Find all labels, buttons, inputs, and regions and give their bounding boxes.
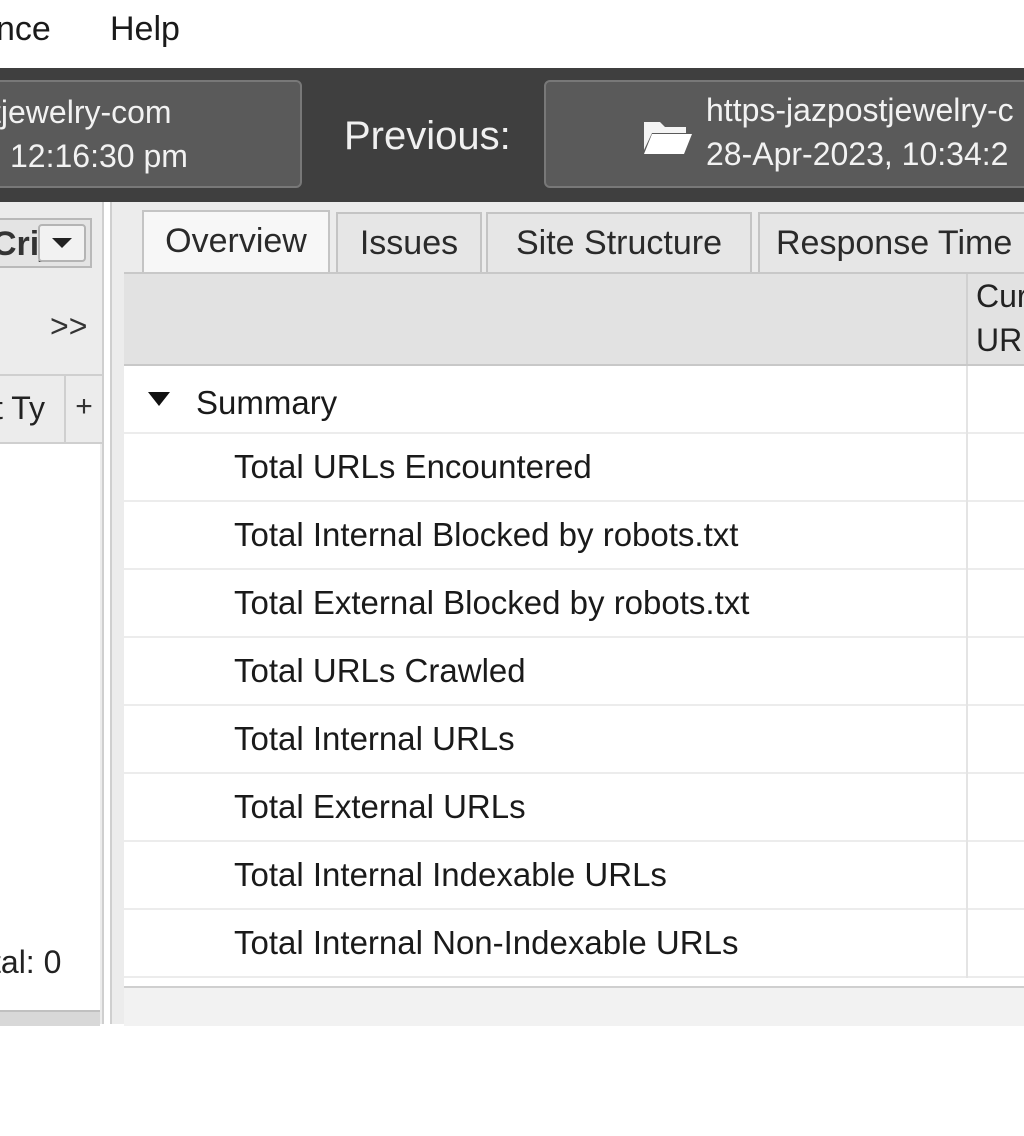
overview-table: Summary Total URLs Encountered Total Int…: [124, 366, 1024, 986]
table-row[interactable]: Total Internal Non-Indexable URLs: [124, 910, 1024, 978]
chevron-down-icon: [52, 238, 72, 248]
collapse-triangle-icon[interactable]: [148, 392, 170, 406]
menu-item-help[interactable]: Help: [110, 10, 180, 49]
menu-bar: nce Help: [0, 0, 1024, 68]
table-cell: [966, 842, 1024, 910]
previous-label: Previous:: [344, 114, 511, 158]
expand-double-chevron-icon[interactable]: >>: [50, 308, 87, 345]
summary-group-row[interactable]: Summary: [124, 366, 1024, 434]
left-column-header[interactable]: t Ty +: [0, 374, 102, 444]
table-cell: [966, 638, 1024, 706]
column-header-line-2: UR: [976, 322, 1023, 358]
table-cell: [966, 774, 1024, 842]
table-header: Cur UR: [124, 272, 1024, 366]
table-row[interactable]: Total Internal Blocked by robots.txt: [124, 502, 1024, 570]
row-label: Total External Blocked by robots.txt: [234, 584, 750, 621]
table-cell: [966, 570, 1024, 638]
table-row[interactable]: Total Internal URLs: [124, 706, 1024, 774]
column-header-line-1: Cur: [976, 278, 1024, 314]
table-cell: [966, 434, 1024, 502]
total-count: tal: 0: [0, 944, 62, 980]
row-label: Total URLs Encountered: [234, 448, 592, 485]
table-cell: [966, 706, 1024, 774]
table-row[interactable]: Total External URLs: [124, 774, 1024, 842]
row-label: Total Internal URLs: [234, 720, 515, 757]
current-crawl-date: 12:16:30 pm: [10, 138, 188, 174]
dropdown-button[interactable]: [38, 224, 86, 262]
previous-crawl-date: 28-Apr-2023, 10:34:2: [706, 136, 1009, 172]
tab-issues[interactable]: Issues: [336, 212, 482, 274]
horizontal-scrollbar[interactable]: [124, 986, 1024, 1026]
tab-bar: Overview Issues Site Structure Response …: [112, 202, 1024, 274]
table-cell: [966, 366, 1024, 434]
left-list: [0, 444, 100, 1136]
row-label: Total Internal Blocked by robots.txt: [234, 516, 739, 553]
summary-group-label: Summary: [196, 384, 338, 421]
current-crawl-selector[interactable]: tjewelry-com 12:16:30 pm: [0, 80, 302, 188]
right-panel: Overview Issues Site Structure Response …: [110, 202, 1024, 1026]
crawl-compare-bar: tjewelry-com 12:16:30 pm Previous: https…: [0, 68, 1024, 202]
row-label: Total Internal Non-Indexable URLs: [234, 924, 739, 961]
left-column-header-label: t Ty: [0, 390, 45, 426]
folder-open-icon: [644, 122, 692, 154]
tab-response-times[interactable]: Response Time: [758, 212, 1024, 274]
previous-crawl-selector[interactable]: https-jazpostjewelry-c 28-Apr-2023, 10:3…: [544, 80, 1024, 188]
table-row[interactable]: Total URLs Crawled: [124, 638, 1024, 706]
table-cell: [966, 502, 1024, 570]
row-label: Total URLs Crawled: [234, 652, 526, 689]
current-crawl-name: tjewelry-com: [0, 94, 172, 130]
previous-crawl-name: https-jazpostjewelry-c: [706, 92, 1014, 128]
plus-icon[interactable]: +: [64, 376, 102, 442]
filter-dropdown[interactable]: Crij: [0, 218, 92, 268]
tab-overview[interactable]: Overview: [142, 210, 330, 274]
table-cell: [966, 910, 1024, 978]
row-label: Total Internal Indexable URLs: [234, 856, 667, 893]
table-row[interactable]: Total Internal Indexable URLs: [124, 842, 1024, 910]
table-row[interactable]: Total URLs Encountered: [124, 434, 1024, 502]
column-header-current-urls[interactable]: Cur UR: [966, 274, 1024, 364]
menu-item-preference[interactable]: nce: [0, 10, 51, 49]
left-panel: Crij >> t Ty + tal: 0: [0, 202, 104, 1136]
table-row[interactable]: Total External Blocked by robots.txt: [124, 570, 1024, 638]
row-label: Total External URLs: [234, 788, 526, 825]
tab-site-structure[interactable]: Site Structure: [486, 212, 752, 274]
